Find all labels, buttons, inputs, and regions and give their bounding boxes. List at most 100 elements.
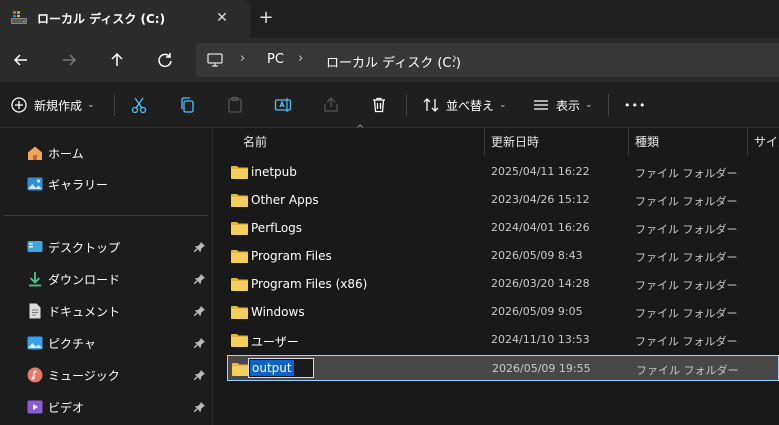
back-button[interactable]: [8, 47, 34, 73]
file-row[interactable]: Program Files 2026/05/09 8:43 ファイル フォルダー: [227, 243, 779, 269]
share-icon: [324, 97, 338, 112]
close-tab-button[interactable]: ✕: [212, 8, 232, 28]
sort-label: 並べ替え: [446, 98, 495, 113]
sidebar-item-pictures[interactable]: ピクチャ: [0, 328, 212, 356]
breadcrumb-local-disk[interactable]: ローカル ディスク (C:): [326, 52, 461, 71]
file-row[interactable]: PerfLogs 2024/04/01 16:26 ファイル フォルダー: [227, 215, 779, 241]
divider: [114, 94, 115, 116]
folder-icon: [231, 250, 248, 263]
forward-button[interactable]: [56, 47, 82, 73]
cut-button[interactable]: [130, 92, 148, 118]
view-icon: [534, 100, 548, 110]
column-header-name[interactable]: 名前: [243, 128, 267, 156]
address-bar[interactable]: › PC › ローカル ディスク (C:) ›: [196, 43, 779, 77]
sidebar-item-videos[interactable]: ビデオ: [0, 392, 212, 420]
sidebar-item-label: ミュージック: [48, 369, 120, 383]
gallery-icon: [27, 177, 43, 191]
pin-icon[interactable]: [194, 305, 206, 317]
pin-icon[interactable]: [194, 401, 206, 413]
breadcrumb-separator[interactable]: ›: [452, 51, 457, 66]
sidebar-item-gallery[interactable]: ギャラリー: [0, 169, 212, 197]
file-type: ファイル フォルダー: [635, 307, 738, 320]
folder-icon: [231, 334, 248, 347]
file-name: Other Apps: [251, 193, 319, 207]
file-type: ファイル フォルダー: [635, 167, 738, 180]
share-button[interactable]: [322, 92, 340, 118]
pin-icon[interactable]: [194, 241, 206, 253]
trash-icon: [373, 97, 385, 113]
refresh-button[interactable]: [152, 47, 178, 73]
divider: [406, 94, 407, 116]
column-header-size[interactable]: サイズ: [754, 128, 779, 156]
breadcrumb-separator: ›: [298, 51, 304, 66]
delete-button[interactable]: [370, 92, 388, 118]
rename-input[interactable]: output: [248, 358, 314, 378]
column-divider[interactable]: [484, 128, 485, 156]
refresh-icon: [158, 53, 172, 68]
rename-button[interactable]: [274, 92, 292, 118]
file-type: ファイル フォルダー: [635, 251, 738, 264]
copy-button[interactable]: [178, 92, 196, 118]
file-type: ファイル フォルダー: [635, 195, 738, 208]
up-button[interactable]: [104, 47, 130, 73]
file-name: PerfLogs: [251, 221, 303, 235]
computer-icon: [207, 53, 223, 67]
new-tab-button[interactable]: +: [256, 8, 276, 28]
sidebar-item-documents[interactable]: ドキュメント: [0, 296, 212, 324]
file-row[interactable]: Other Apps 2023/04/26 15:12 ファイル フォルダー: [227, 187, 779, 213]
column-header-modified[interactable]: 更新日時: [491, 128, 539, 156]
download-icon: [29, 272, 41, 287]
copy-icon: [181, 97, 194, 113]
sidebar-item-downloads[interactable]: ダウンロード: [0, 264, 212, 292]
rename-input-value: output: [250, 360, 294, 376]
file-type: ファイル フォルダー: [636, 364, 739, 377]
breadcrumb-pc[interactable]: PC: [267, 52, 284, 67]
folder-icon: [231, 194, 248, 207]
file-name: inetpub: [251, 165, 297, 179]
folder-icon: [231, 222, 248, 235]
arrow-up-icon: [111, 52, 123, 66]
paste-button[interactable]: [226, 92, 244, 118]
file-row[interactable]: ユーザー 2024/11/10 13:53 ファイル フォルダー: [227, 327, 779, 353]
home-icon: [28, 146, 42, 160]
file-name: ユーザー: [251, 335, 299, 349]
more-options-button[interactable]: •••: [624, 92, 646, 118]
chevron-down-icon: ⌄: [87, 100, 95, 110]
divider: [608, 94, 609, 116]
file-row[interactable]: Program Files (x86) 2026/03/20 14:28 ファイ…: [227, 271, 779, 297]
column-divider[interactable]: [747, 128, 748, 156]
folder-icon: [231, 278, 248, 291]
tab-local-disk[interactable]: ローカル ディスク (C:) ✕: [0, 0, 250, 38]
file-row[interactable]: Windows 2026/05/09 9:05 ファイル フォルダー: [227, 299, 779, 325]
sidebar-item-label: ギャラリー: [48, 178, 109, 192]
new-button[interactable]: 新規作成 ⌄: [10, 92, 95, 118]
view-button[interactable]: 表示 ⌄: [532, 92, 593, 118]
file-modified: 2026/05/09 8:43: [491, 249, 583, 262]
file-modified: 2023/04/26 15:12: [491, 193, 590, 206]
folder-icon: [231, 306, 248, 319]
sidebar-item-desktop[interactable]: デスクトップ: [0, 232, 212, 260]
file-row[interactable]: inetpub 2025/04/11 16:22 ファイル フォルダー: [227, 159, 779, 185]
video-icon: [27, 400, 43, 414]
folder-icon: [232, 363, 249, 376]
music-icon: [27, 367, 43, 383]
sort-button[interactable]: 並べ替え ⌄: [422, 92, 507, 118]
desktop-icon: [27, 241, 43, 252]
sidebar-item-label: ダウンロード: [48, 273, 121, 287]
file-modified: 2025/04/11 16:22: [491, 165, 590, 178]
sidebar-item-label: デスクトップ: [48, 241, 121, 255]
pin-icon[interactable]: [194, 369, 206, 381]
paste-icon: [228, 96, 242, 113]
file-name: Program Files (x86): [251, 277, 368, 291]
column-header-type[interactable]: 種類: [635, 128, 659, 156]
tab-bar: ローカル ディスク (C:) ✕ +: [0, 0, 779, 38]
column-divider[interactable]: [628, 128, 629, 156]
sidebar-item-label: ドキュメント: [48, 305, 121, 319]
pin-icon[interactable]: [194, 273, 206, 285]
pin-icon[interactable]: [194, 337, 206, 349]
sidebar-item-music[interactable]: ミュージック: [0, 360, 212, 388]
file-row-renaming[interactable]: output 2026/05/09 19:55 ファイル フォルダー: [227, 355, 779, 381]
divider: [4, 215, 208, 216]
sidebar-item-home[interactable]: ホーム: [0, 138, 212, 166]
sidebar-item-label: ビデオ: [48, 401, 85, 415]
